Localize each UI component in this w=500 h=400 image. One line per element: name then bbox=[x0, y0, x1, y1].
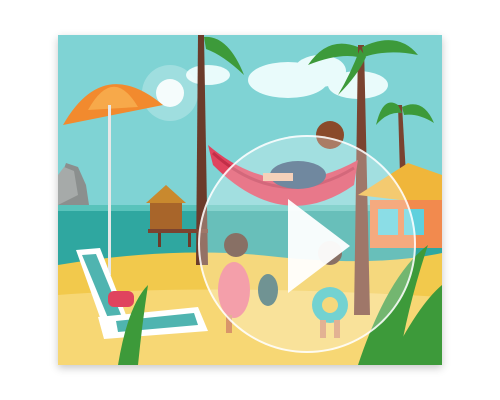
play-button[interactable] bbox=[198, 135, 416, 353]
video-player[interactable] bbox=[58, 35, 442, 365]
play-icon bbox=[288, 199, 350, 293]
